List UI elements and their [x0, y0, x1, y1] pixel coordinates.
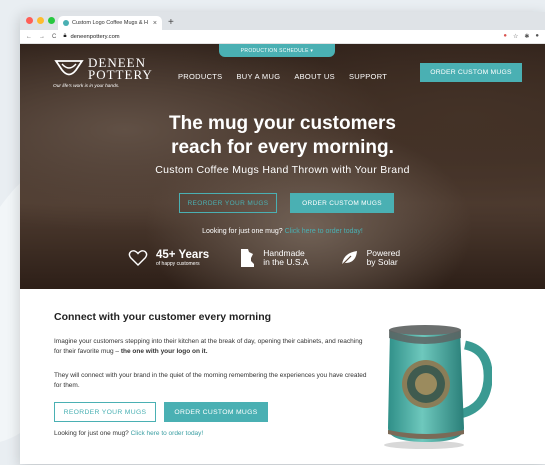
section-heading: Connect with your customer every morning — [54, 311, 272, 323]
hero-just-one-link[interactable]: Click here to order today! — [285, 228, 363, 235]
hero-headline: The mug your customers reach for every m… — [20, 112, 545, 160]
hero-headline-line2: reach for every morning. — [171, 137, 394, 158]
feature-years-big: 45+ Years — [156, 248, 210, 261]
section-order-button[interactable]: ORDER CUSTOM MUGS — [164, 402, 268, 422]
tab-title: Custom Logo Coffee Mugs & H — [72, 20, 149, 26]
puzzle-icon[interactable]: ✱ — [524, 33, 529, 40]
section-just-one-prefix: Looking for just one mug? — [54, 430, 131, 437]
paragraph-1-bold: the one with your logo on it. — [120, 347, 208, 355]
section-just-one-link[interactable]: Click here to order today! — [131, 430, 204, 437]
section-just-one-text: Looking for just one mug? Click here to … — [54, 430, 203, 437]
feature-handmade: Handmade in the U.S.A — [239, 248, 309, 268]
nav-support[interactable]: SUPPORT — [349, 72, 387, 81]
paragraph-1-text: Imagine your customers stepping into the… — [54, 338, 363, 355]
minimize-window-button[interactable] — [37, 17, 44, 24]
new-tab-button[interactable]: + — [168, 17, 174, 28]
feature-solar-line2: by Solar — [366, 257, 398, 267]
hero-reorder-button[interactable]: REORDER YOUR MUGS — [179, 193, 277, 213]
logo-tagline: Our life's work is in your hands. — [53, 84, 120, 89]
forward-icon[interactable]: → — [39, 34, 45, 40]
hero-subheadline: Custom Coffee Mugs Hand Thrown with Your… — [155, 164, 410, 176]
hero-headline-line1: The mug your customers — [169, 113, 396, 134]
reload-icon[interactable]: C — [52, 34, 56, 40]
back-icon[interactable]: ← — [26, 34, 32, 40]
tab-bar: Custom Logo Coffee Mugs & H × + — [20, 12, 545, 30]
logo[interactable]: DENEEN POTTERY Our life's work is in you… — [53, 56, 153, 89]
address-bar: ← → C 🔒︎ deneenpottery.com ● ☆ ✱ ● — [20, 30, 545, 44]
window-controls — [26, 17, 55, 24]
minnesota-icon — [241, 249, 255, 267]
url-text: deneenpottery.com — [70, 33, 120, 40]
tab-close-icon[interactable]: × — [153, 20, 157, 27]
browser-tab[interactable]: Custom Logo Coffee Mugs & H × — [58, 16, 162, 30]
hero-just-one-prefix: Looking for just one mug? — [202, 228, 285, 235]
extension-icon[interactable]: ● — [503, 33, 507, 40]
feature-years-small: of happy customers — [156, 260, 200, 267]
lock-icon: 🔒︎ — [63, 33, 67, 39]
nav-buy-a-mug[interactable]: BUY A MUG — [237, 72, 281, 81]
production-schedule-button[interactable]: PRODUCTION SCHEDULE ▾ — [219, 44, 335, 57]
section-reorder-button[interactable]: REORDER YOUR MUGS — [54, 402, 156, 422]
nav-products[interactable]: PRODUCTS — [178, 72, 223, 81]
nav-about-us[interactable]: ABOUT US — [294, 72, 335, 81]
maximize-window-button[interactable] — [48, 17, 55, 24]
heart-icon — [128, 250, 148, 266]
hero-order-button[interactable]: ORDER CUSTOM MUGS — [290, 193, 394, 213]
hero-features: 45+ Years of happy customers Handmade in… — [128, 248, 400, 268]
deneen-logo-icon — [54, 60, 84, 76]
nav-order-custom-mugs-button[interactable]: ORDER CUSTOM MUGS — [420, 63, 522, 82]
hero-just-one-text: Looking for just one mug? Click here to … — [20, 228, 545, 235]
mug-image — [372, 310, 493, 455]
feature-years: 45+ Years of happy customers — [128, 249, 209, 267]
url-field[interactable]: 🔒︎ deneenpottery.com — [63, 33, 496, 40]
feature-solar: Powered by Solar — [339, 248, 400, 268]
profile-icon[interactable]: ● — [535, 33, 539, 40]
favicon-icon — [63, 20, 69, 26]
leaf-icon — [340, 251, 357, 267]
feature-handmade-line2: in the U.S.A — [263, 257, 309, 267]
logo-name-line2: POTTERY — [88, 67, 153, 82]
section-paragraph-1: Imagine your customers stepping into the… — [54, 337, 369, 356]
hero-section: PRODUCTION SCHEDULE ▾ DENEEN POTTERY Our… — [20, 44, 545, 289]
close-window-button[interactable] — [26, 17, 33, 24]
main-nav: PRODUCTS BUY A MUG ABOUT US SUPPORT ORDE… — [178, 63, 522, 82]
section-paragraph-2: They will connect with your brand in the… — [54, 372, 367, 389]
bookmark-star-icon[interactable]: ☆ — [513, 33, 518, 40]
